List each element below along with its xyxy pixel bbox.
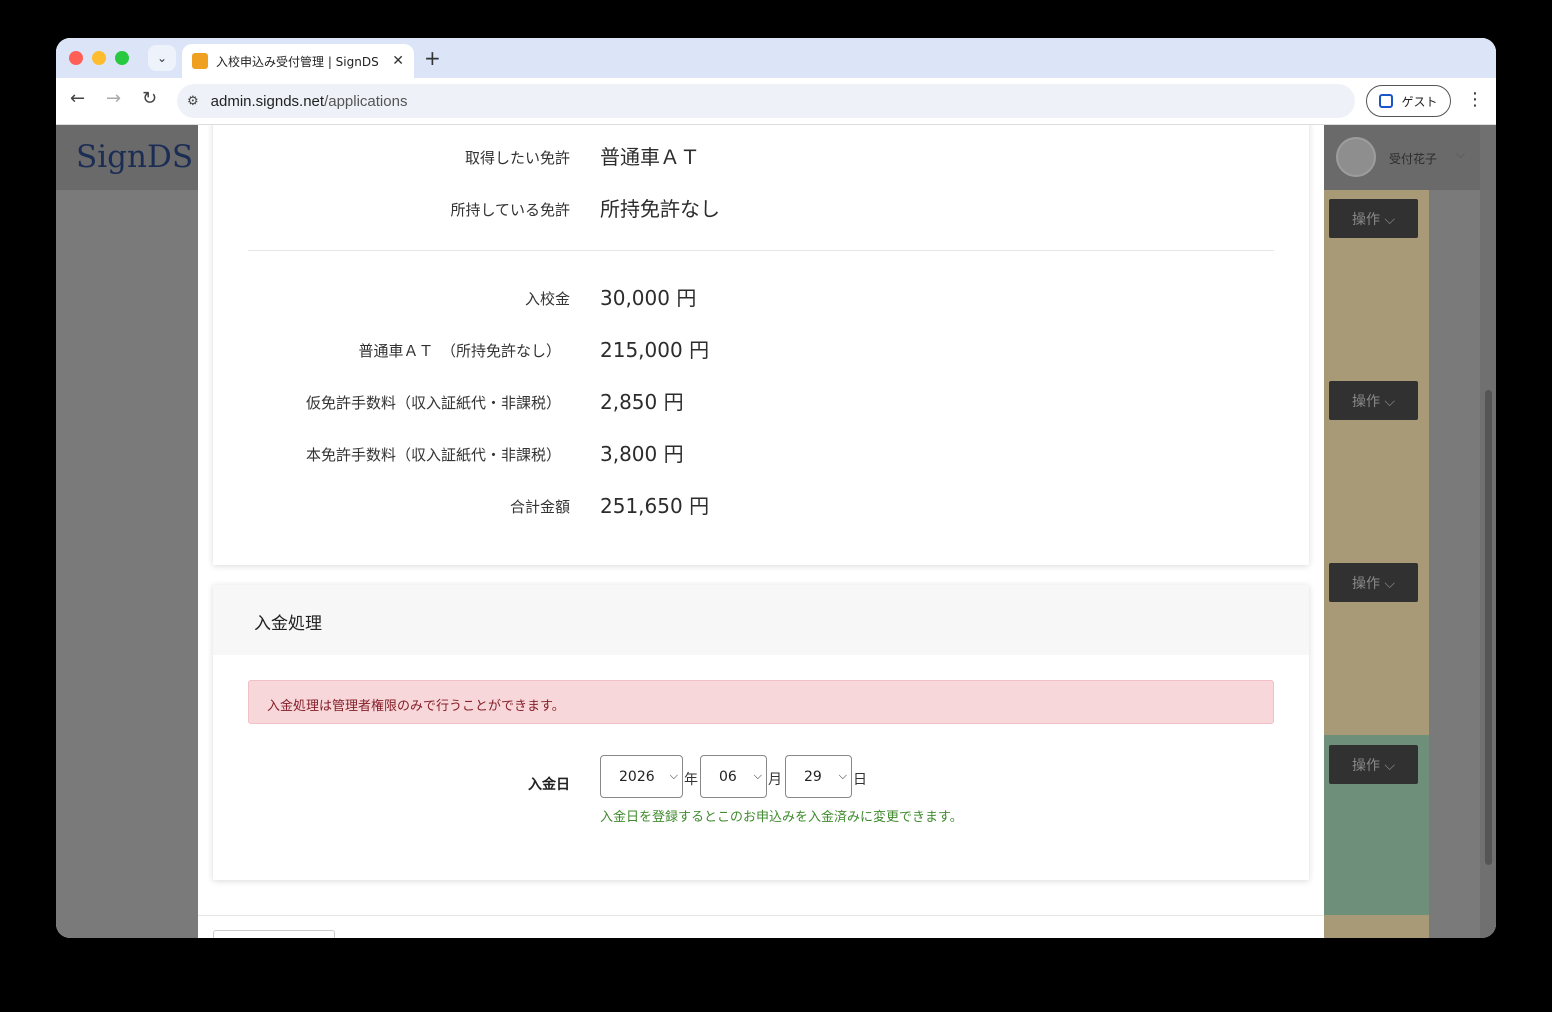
footer-button[interactable] — [213, 930, 335, 938]
fee-value: 30,000 円 — [600, 286, 697, 310]
payment-help-text: 入金日を登録するとこのお申込みを入金済みに変更できます。 — [600, 810, 963, 825]
reload-icon[interactable]: ↻ — [142, 88, 157, 109]
year-unit: 年 — [684, 772, 698, 788]
permission-alert: 入金処理は管理者権限のみで行うことができます。 — [248, 680, 1274, 724]
desired-license-row: 取得したい免許 普通車ＡＴ — [213, 141, 1309, 171]
fee-label: 仮免許手数料（収入証紙代・非課税） — [305, 394, 561, 412]
operation-button[interactable]: 操作 ⌵ — [1329, 199, 1418, 238]
chevron-down-icon: ⌵ — [838, 769, 847, 782]
profile-button[interactable]: ゲスト — [1366, 85, 1451, 117]
fee-row: 普通車ＡＴ （所持免許なし） 215,000 円 — [213, 334, 1309, 364]
back-arrow-icon[interactable]: ← — [70, 88, 85, 109]
month-unit: 月 — [768, 772, 782, 788]
new-tab-button[interactable]: + — [424, 46, 441, 70]
maximize-window-button[interactable] — [115, 51, 129, 65]
year-value: 2026 — [619, 768, 655, 785]
day-select[interactable]: 29 ⌵ — [785, 755, 852, 798]
fee-row: 仮免許手数料（収入証紙代・非課税） 2,850 円 — [213, 386, 1309, 416]
day-value: 29 — [804, 768, 822, 785]
scrollbar-thumb[interactable] — [1485, 390, 1492, 865]
page-content: SignDS 受付花子 ⌵ 操作 ⌵ 操作 ⌵ 操作 ⌵ 操作 ⌵ 取得したい免… — [56, 125, 1496, 938]
app-logo[interactable]: SignDS — [76, 139, 193, 175]
browser-window: ⌄ 入校申込み受付管理 | SignDS（ ✕ + ← → ↻ ⚙ admin.… — [56, 38, 1496, 938]
address-bar[interactable]: ⚙ admin.signds.net/applications — [177, 84, 1355, 118]
day-unit: 日 — [853, 772, 867, 788]
fee-value: 2,850 円 — [600, 390, 684, 414]
desired-license-label: 取得したい免許 — [464, 149, 570, 167]
url-path: /applications — [324, 92, 408, 110]
profile-label: ゲスト — [1401, 94, 1438, 109]
table-row — [1324, 190, 1429, 735]
month-value: 06 — [719, 768, 737, 785]
favicon-icon — [192, 53, 208, 69]
desired-license-value: 普通車ＡＴ — [600, 145, 700, 169]
fee-value: 3,800 円 — [600, 442, 684, 466]
tab-search-button[interactable]: ⌄ — [148, 45, 176, 71]
url-host: admin.signds.net — [210, 92, 325, 110]
fee-summary-card: 取得したい免許 普通車ＡＴ 所持している免許 所持免許なし 入校金 30,000… — [213, 125, 1309, 565]
held-license-value: 所持免許なし — [600, 197, 720, 221]
fee-label: 入校金 — [524, 290, 570, 308]
browser-tab[interactable]: 入校申込み受付管理 | SignDS（ ✕ — [182, 44, 414, 78]
fee-value: 215,000 円 — [600, 338, 710, 362]
fee-row: 本免許手数料（収入証紙代・非課税） 3,800 円 — [213, 438, 1309, 468]
total-value: 251,650 円 — [600, 494, 710, 518]
fee-label: 本免許手数料（収入証紙代・非課税） — [305, 446, 561, 464]
tab-bar: ⌄ 入校申込み受付管理 | SignDS（ ✕ + — [56, 38, 1496, 78]
payment-date-label: 入金日 — [528, 777, 570, 793]
payment-title: 入金処理 — [254, 614, 322, 634]
browser-toolbar: ← → ↻ ⚙ admin.signds.net/applications ゲス… — [56, 78, 1496, 125]
total-row: 合計金額 251,650 円 — [213, 490, 1309, 520]
modal-footer-divider — [198, 915, 1324, 916]
fee-row: 入校金 30,000 円 — [213, 282, 1309, 312]
operation-button[interactable]: 操作 ⌵ — [1329, 381, 1418, 420]
chevron-down-icon: ⌄ — [156, 51, 168, 65]
minimize-window-button[interactable] — [92, 51, 106, 65]
site-settings-icon[interactable]: ⚙ — [187, 94, 199, 109]
application-detail-modal: 取得したい免許 普通車ＡＴ 所持している免許 所持免許なし 入校金 30,000… — [198, 125, 1324, 938]
tab-title: 入校申込み受付管理 | SignDS（ — [216, 54, 386, 69]
user-name[interactable]: 受付花子 — [1389, 150, 1437, 167]
chevron-down-icon[interactable]: ⌵ — [1456, 147, 1465, 162]
held-license-row: 所持している免許 所持免許なし — [213, 193, 1309, 223]
profile-icon — [1379, 94, 1394, 108]
year-select[interactable]: 2026 ⌵ — [600, 755, 683, 798]
table-row — [1324, 915, 1429, 938]
month-select[interactable]: 06 ⌵ — [700, 755, 767, 798]
held-license-label: 所持している免許 — [450, 201, 570, 219]
avatar[interactable] — [1336, 137, 1376, 177]
payment-card-header: 入金処理 — [213, 585, 1309, 655]
operation-button[interactable]: 操作 ⌵ — [1329, 745, 1418, 784]
total-label: 合計金額 — [509, 498, 570, 516]
chevron-down-icon: ⌵ — [753, 769, 762, 782]
more-menu-icon[interactable]: ⋮ — [1466, 89, 1484, 110]
fee-label: 普通車ＡＴ （所持免許なし） — [358, 342, 561, 360]
close-icon[interactable]: ✕ — [392, 53, 404, 69]
divider — [248, 250, 1274, 251]
close-window-button[interactable] — [69, 51, 83, 65]
payment-card: 入金処理 入金処理は管理者権限のみで行うことができます。 入金日 2026 ⌵ … — [213, 585, 1309, 880]
alert-text: 入金処理は管理者権限のみで行うことができます。 — [267, 699, 565, 714]
chevron-down-icon: ⌵ — [669, 769, 678, 782]
operation-button[interactable]: 操作 ⌵ — [1329, 563, 1418, 602]
forward-arrow-icon[interactable]: → — [106, 88, 121, 109]
